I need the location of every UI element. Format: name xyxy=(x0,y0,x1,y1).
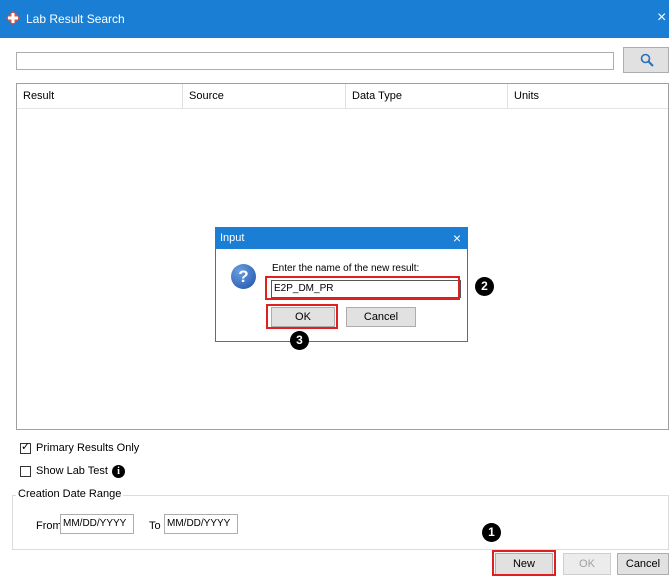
dialog-title: Input xyxy=(220,232,245,244)
primary-results-only-row: ✓ Primary Results Only xyxy=(20,440,139,456)
dialog-ok-button[interactable]: OK xyxy=(271,307,335,327)
cancel-button[interactable]: Cancel xyxy=(617,553,669,575)
grid-header: Result Source Data Type Units xyxy=(17,84,668,109)
search-icon xyxy=(640,53,654,67)
show-lab-test-row: Show Lab Test i xyxy=(20,463,125,479)
new-button[interactable]: New xyxy=(495,553,553,575)
dialog-close-icon[interactable]: × xyxy=(453,230,461,246)
input-dialog: Input × ? Enter the name of the new resu… xyxy=(215,227,468,342)
to-date-field[interactable]: MM/DD/YYYY xyxy=(164,514,238,534)
primary-results-only-label: Primary Results Only xyxy=(36,442,140,454)
step-3-badge: 3 xyxy=(290,331,309,350)
column-header-units[interactable]: Units xyxy=(508,84,668,108)
from-label: From xyxy=(36,520,62,532)
window-title: Lab Result Search xyxy=(26,12,125,26)
title-bar: Lab Result Search × xyxy=(0,0,669,38)
primary-results-only-checkbox[interactable]: ✓ xyxy=(20,440,31,454)
info-icon[interactable]: i xyxy=(111,464,125,478)
column-header-result[interactable]: Result xyxy=(17,84,183,108)
show-lab-test-checkbox[interactable] xyxy=(20,465,31,477)
search-input[interactable] xyxy=(16,52,614,70)
dialog-prompt: Enter the name of the new result: xyxy=(272,263,420,274)
question-icon: ? xyxy=(231,264,256,289)
column-header-data-type[interactable]: Data Type xyxy=(346,84,508,108)
step-1-badge: 1 xyxy=(482,523,501,542)
app-logo-icon xyxy=(6,11,20,25)
from-date-field[interactable]: MM/DD/YYYY xyxy=(60,514,134,534)
show-lab-test-label: Show Lab Test xyxy=(36,465,108,477)
column-header-source[interactable]: Source xyxy=(183,84,346,108)
dialog-cancel-button[interactable]: Cancel xyxy=(346,307,416,327)
ok-button[interactable]: OK xyxy=(563,553,611,575)
checkmark-icon: ✓ xyxy=(21,440,31,453)
new-result-name-input[interactable]: E2P_DM_PR xyxy=(271,280,461,298)
creation-date-range-title: Creation Date Range xyxy=(16,488,124,500)
step-2-badge: 2 xyxy=(475,277,494,296)
dialog-title-bar: Input × xyxy=(216,228,467,249)
search-button[interactable] xyxy=(623,47,669,73)
close-icon[interactable]: × xyxy=(657,9,669,27)
to-label: To xyxy=(149,520,161,532)
